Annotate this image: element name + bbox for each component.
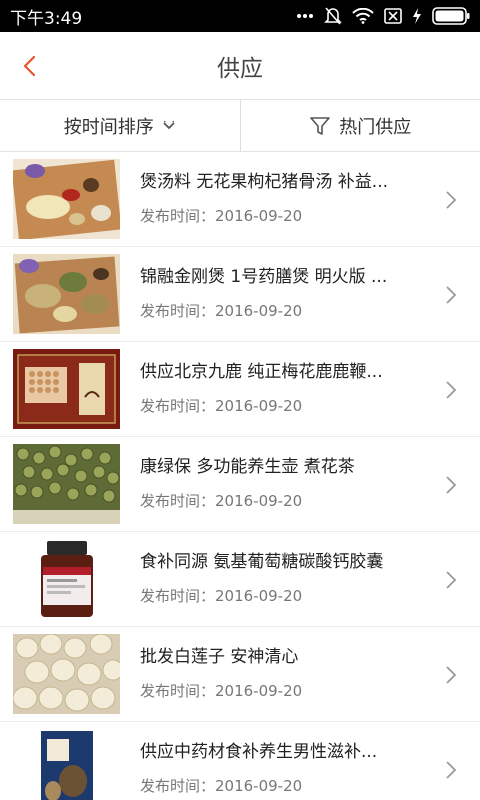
list-item[interactable]: 批发白莲子 安神清心 发布时间：2016-09-20 <box>0 627 480 722</box>
item-body: 批发白莲子 安神清心 发布时间：2016-09-20 <box>140 634 480 714</box>
item-title: 康绿保 多功能养生壶 煮花茶 <box>140 457 355 477</box>
status-icons <box>296 6 470 26</box>
list-item[interactable]: 康绿保 多功能养生壶 煮花茶 发布时间：2016-09-20 <box>0 437 480 532</box>
list-item[interactable]: 煲汤料 无花果枸杞猪骨汤 补益... 发布时间：2016-09-20 <box>0 152 480 247</box>
supply-list: 煲汤料 无花果枸杞猪骨汤 补益... 发布时间：2016-09-20 锦融金刚煲… <box>0 152 480 800</box>
product-thumbnail-supplement-bottle <box>13 539 120 619</box>
mute-bell-icon <box>324 6 342 26</box>
product-thumbnail-lotus-seeds <box>13 634 120 714</box>
sort-by-time-label: 按时间排序 <box>63 116 154 138</box>
list-item[interactable]: 食补同源 氨基葡萄糖碳酸钙胶囊 发布时间：2016-09-20 <box>0 532 480 627</box>
charging-icon <box>412 8 422 24</box>
item-body: 食补同源 氨基葡萄糖碳酸钙胶囊 发布时间：2016-09-20 <box>140 539 480 619</box>
wifi-icon <box>352 8 374 24</box>
item-date: 发布时间：2016-09-20 <box>140 587 303 605</box>
chevron-right-icon <box>446 476 457 494</box>
item-date: 发布时间：2016-09-20 <box>140 492 303 510</box>
product-thumbnail-herbal-soup <box>13 159 120 239</box>
more-dots-icon <box>296 13 314 19</box>
product-thumbnail-herbal-package <box>13 729 120 800</box>
item-body: 锦融金刚煲 1号药膳煲 明火版 ... 发布时间：2016-09-20 <box>140 254 480 334</box>
chevron-right-icon <box>446 191 457 209</box>
page-title: 供应 <box>217 55 263 82</box>
item-body: 煲汤料 无花果枸杞猪骨汤 补益... 发布时间：2016-09-20 <box>140 159 480 239</box>
chevron-right-icon <box>446 286 457 304</box>
back-button[interactable] <box>14 50 44 82</box>
item-body: 供应北京九鹿 纯正梅花鹿鹿鞭... 发布时间：2016-09-20 <box>140 349 480 429</box>
list-item[interactable]: 供应中药材食补养生男性滋补... 发布时间：2016-09-20 <box>0 722 480 800</box>
chevron-left-icon <box>23 55 36 77</box>
navigation-bar: 供应 <box>0 32 480 100</box>
status-bar: 下午3:49 <box>0 0 480 32</box>
item-title: 食补同源 氨基葡萄糖碳酸钙胶囊 <box>140 552 384 572</box>
product-thumbnail-mixed-herbs <box>13 254 120 334</box>
chevron-right-icon <box>446 381 457 399</box>
status-time: 下午3:49 <box>10 8 83 29</box>
list-item[interactable]: 锦融金刚煲 1号药膳煲 明火版 ... 发布时间：2016-09-20 <box>0 247 480 342</box>
item-title: 锦融金刚煲 1号药膳煲 明火版 ... <box>140 267 388 287</box>
item-body: 供应中药材食补养生男性滋补... 发布时间：2016-09-20 <box>140 729 480 800</box>
funnel-icon <box>310 116 331 135</box>
sort-by-time-button[interactable]: 按时间排序 <box>0 100 240 151</box>
item-date: 发布时间：2016-09-20 <box>140 207 303 225</box>
hot-supply-label: 热门供应 <box>339 116 412 138</box>
item-title: 煲汤料 无花果枸杞猪骨汤 补益... <box>140 172 389 192</box>
no-sim-icon <box>384 8 402 24</box>
battery-icon <box>432 7 470 25</box>
list-item[interactable]: 供应北京九鹿 纯正梅花鹿鹿鞭... 发布时间：2016-09-20 <box>0 342 480 437</box>
chevron-down-icon <box>163 120 175 129</box>
hot-supply-button[interactable]: 热门供应 <box>241 100 480 151</box>
item-date: 发布时间：2016-09-20 <box>140 397 303 415</box>
item-body: 康绿保 多功能养生壶 煮花茶 发布时间：2016-09-20 <box>140 444 480 524</box>
chevron-right-icon <box>446 666 457 684</box>
item-title: 供应中药材食补养生男性滋补... <box>140 742 378 762</box>
item-title: 供应北京九鹿 纯正梅花鹿鹿鞭... <box>140 362 383 382</box>
item-date: 发布时间：2016-09-20 <box>140 682 303 700</box>
chevron-right-icon <box>446 761 457 779</box>
filter-bar: 按时间排序 热门供应 <box>0 100 480 152</box>
product-thumbnail-green-tea <box>13 444 120 524</box>
chevron-right-icon <box>446 571 457 589</box>
product-thumbnail-deer-slices <box>13 349 120 429</box>
item-date: 发布时间：2016-09-20 <box>140 777 303 795</box>
item-date: 发布时间：2016-09-20 <box>140 302 303 320</box>
item-title: 批发白莲子 安神清心 <box>140 647 299 667</box>
